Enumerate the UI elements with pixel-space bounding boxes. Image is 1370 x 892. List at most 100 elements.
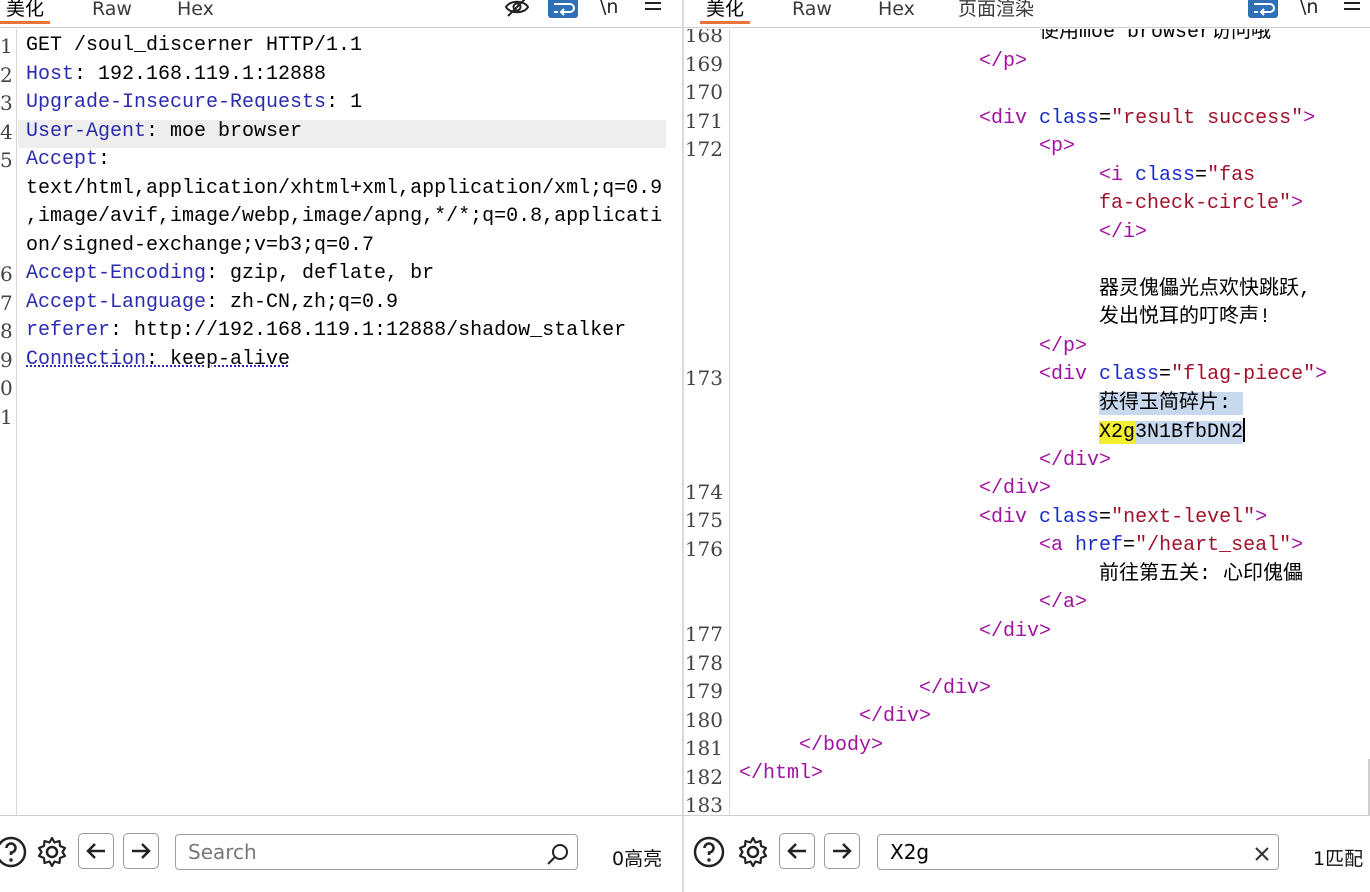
code-line: </p> (979, 50, 1028, 73)
wrap-icon[interactable] (1248, 0, 1278, 18)
line-number: 175 (684, 508, 723, 532)
code-line: </div> (1039, 449, 1112, 472)
arrow-right-icon (132, 843, 151, 859)
line-number: 182 (684, 765, 723, 789)
newline-icon[interactable]: \n (1300, 0, 1318, 20)
arrow-right-icon (833, 843, 852, 859)
header-host: Host: 192.168.119.1:12888 (26, 63, 327, 86)
match-count: 0高亮 (612, 848, 663, 870)
line-number: 172 (684, 137, 723, 161)
code-line: <p> (1039, 135, 1076, 158)
code-line: </i> (1099, 221, 1148, 244)
line-number: 6 (0, 262, 13, 286)
header-accept-value: ,image/avif,image/webp,image/apng,*/*;q=… (26, 205, 663, 228)
tab-hex[interactable]: Hex (878, 0, 915, 25)
arrow-left-icon (86, 843, 105, 859)
code-line: </html> (739, 762, 824, 785)
line-number: 7 (0, 291, 13, 315)
help-icon[interactable] (692, 835, 726, 869)
search-input[interactable] (877, 834, 1279, 870)
code-text: 使用moe browser访问哦 (1039, 29, 1272, 44)
line-number: 173 (684, 366, 723, 390)
code-line: </body> (799, 734, 884, 757)
code-text: 器灵傀儡光点欢快跳跃, (1099, 278, 1312, 301)
request-tabbar: 美化 Raw Hex \n (0, 0, 682, 28)
help-icon[interactable] (0, 835, 28, 869)
request-editor[interactable]: 1 2 3 4 5 6 7 8 9 0 1 GET /soul_discerne… (0, 29, 682, 815)
header-user-agent: User-Agent: moe browser (26, 120, 303, 143)
code-line: </div> (919, 677, 992, 700)
request-search-bar: 0高亮 (0, 815, 682, 892)
line-number: 8 (0, 319, 13, 343)
line-number: 0 (0, 376, 13, 400)
line-number: 4 (0, 120, 13, 144)
arrow-left-icon (787, 843, 806, 859)
flag-value: X2g3N1BfbDN2 (1099, 418, 1246, 448)
request-line: GET /soul_discerner HTTP/1.1 (26, 34, 363, 57)
tab-hex[interactable]: Hex (177, 0, 214, 25)
line-gutter: 168 169 170 171 172 173 174 175 176 177 … (684, 29, 730, 815)
code-text: 发出悦耳的叮咚声! (1099, 306, 1272, 329)
response-tabbar: 美化 Raw Hex 页面渲染 \n (684, 0, 1370, 28)
header-connection: Connection: keep-alive (26, 348, 291, 371)
line-number: 5 (0, 148, 13, 172)
line-number: 179 (684, 679, 723, 703)
line-number: 3 (0, 91, 13, 115)
wrap-icon[interactable] (548, 0, 578, 18)
match-count: 1匹配 (1313, 848, 1364, 870)
line-number: 181 (684, 736, 723, 760)
eye-off-icon[interactable] (504, 0, 530, 20)
response-search-bar: 1匹配 (684, 815, 1370, 892)
code-text: 前往第五关: 心印傀儡 (1099, 563, 1304, 586)
header-accept-language: Accept-Language: zh-CN,zh;q=0.9 (26, 291, 399, 314)
gear-icon[interactable] (736, 835, 770, 869)
code-line: <a href="/heart_seal"> (1039, 534, 1304, 557)
header-upgrade: Upgrade-Insecure-Requests: 1 (26, 91, 363, 114)
request-pane: 美化 Raw Hex \n 1 2 3 4 5 6 7 8 9 0 1 GET … (0, 0, 682, 892)
tab-pretty[interactable]: 美化 (699, 0, 751, 25)
header-accept-value: on/signed-exchange;v=b3;q=0.7 (26, 234, 375, 257)
prev-match-button[interactable] (78, 833, 114, 869)
line-number: 9 (0, 348, 13, 372)
code-line: </div> (979, 477, 1052, 500)
line-number: 183 (684, 793, 723, 815)
code-line: <div class="result success"> (979, 107, 1316, 130)
line-number: 1 (0, 405, 13, 429)
line-number: 2 (0, 63, 13, 87)
header-accept-value: text/html,application/xhtml+xml,applicat… (26, 177, 663, 200)
flag-label: 获得玉简碎片: (1099, 390, 1244, 419)
search-icon[interactable] (546, 842, 570, 866)
tab-raw[interactable]: Raw (92, 0, 132, 25)
code-line: fa-check-circle"> (1099, 192, 1304, 215)
code-line: </div> (859, 705, 932, 728)
menu-icon[interactable] (1342, 0, 1362, 20)
line-number: 178 (684, 651, 723, 675)
newline-icon[interactable]: \n (600, 0, 618, 20)
menu-icon[interactable] (643, 0, 663, 20)
line-number: 170 (684, 80, 723, 104)
tab-pretty[interactable]: 美化 (0, 0, 51, 25)
code-line: </a> (1039, 591, 1088, 614)
line-number: 171 (684, 109, 723, 133)
line-number: 174 (684, 480, 723, 504)
response-editor[interactable]: 168 169 170 171 172 173 174 175 176 177 … (684, 29, 1370, 815)
code-line: <i class="fas (1099, 164, 1256, 187)
prev-match-button[interactable] (779, 833, 815, 869)
header-accept-encoding: Accept-Encoding: gzip, deflate, br (26, 262, 435, 285)
line-number: 177 (684, 622, 723, 646)
code-line: </div> (979, 620, 1052, 643)
clear-icon[interactable] (1250, 842, 1274, 866)
search-input[interactable] (175, 834, 578, 870)
gear-icon[interactable] (35, 835, 69, 869)
code-line: <div class="flag-piece"> (1039, 363, 1328, 386)
next-match-button[interactable] (123, 833, 159, 869)
next-match-button[interactable] (824, 833, 860, 869)
tab-render[interactable]: 页面渲染 (958, 0, 1034, 25)
code-line: <div class="next-level"> (979, 506, 1268, 529)
line-number: 169 (684, 52, 723, 76)
line-number: 180 (684, 708, 723, 732)
header-referer: referer: http://192.168.119.1:12888/shad… (26, 319, 627, 342)
line-number: 1 (0, 34, 13, 58)
response-pane: 美化 Raw Hex 页面渲染 \n 168 169 170 171 172 1… (684, 0, 1370, 892)
tab-raw[interactable]: Raw (792, 0, 832, 25)
